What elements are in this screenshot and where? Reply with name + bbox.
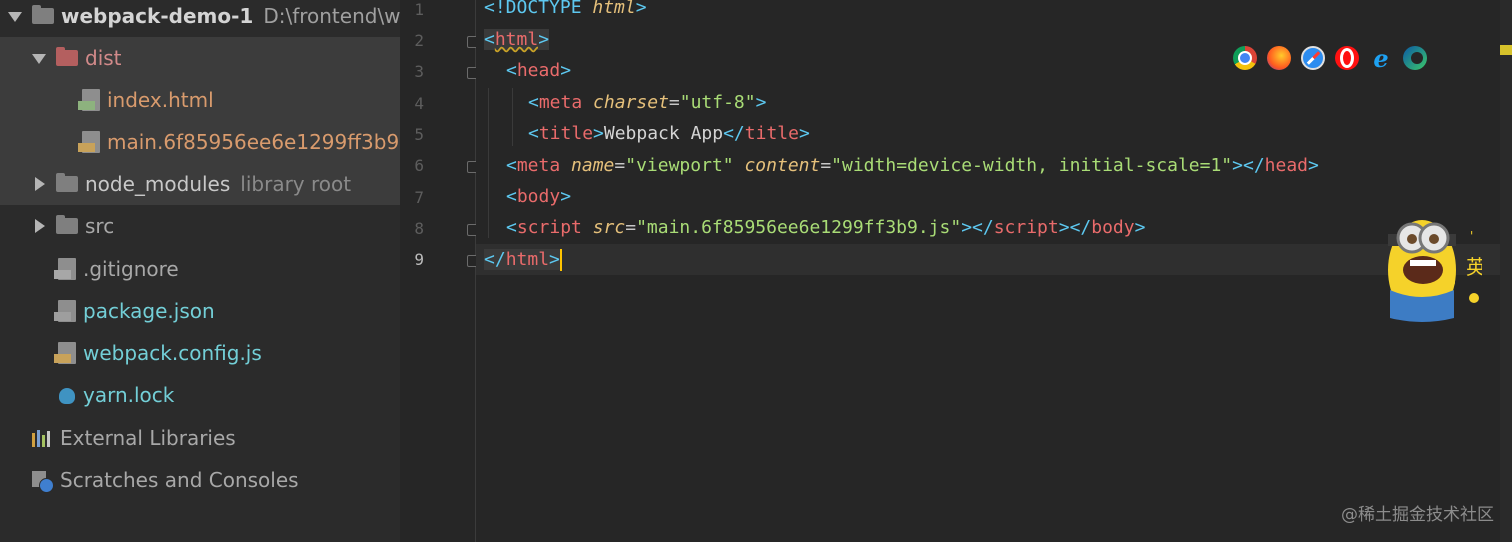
tree-item-label: node_modules	[85, 172, 231, 196]
project-tool-window: webpack-demo-1 D:\frontend\webpack-demo-…	[0, 0, 482, 542]
html-file-icon	[78, 89, 100, 111]
folder-icon	[56, 215, 78, 234]
firefox-icon[interactable]	[1267, 46, 1291, 70]
code-line-8: <script src="main.6f85956ee6e1299ff3b9.j…	[506, 217, 1146, 238]
tree-item-src[interactable]: src	[0, 205, 432, 247]
json-file-icon	[54, 300, 76, 322]
editor-scrollbar[interactable]	[1500, 0, 1512, 542]
folder-icon	[56, 173, 78, 192]
gitignore-file-icon	[54, 258, 76, 280]
tree-item-gitignore[interactable]: .gitignore	[0, 248, 458, 290]
line-number: 4	[414, 94, 424, 113]
line-number: 1	[414, 0, 424, 19]
scroll-marker	[1500, 45, 1512, 55]
code-line-7: <body>	[506, 186, 572, 207]
tree-item-label: main.6f85956ee6e1299ff3b9.js	[107, 130, 422, 154]
code-line-5: <title>Webpack App</title>	[528, 123, 810, 144]
folder-icon	[56, 47, 78, 66]
text-caret	[559, 249, 562, 271]
tree-item-package-json[interactable]: package.json	[0, 290, 458, 332]
chevron-right-icon[interactable]	[32, 177, 46, 191]
svg-text:': '	[1470, 229, 1473, 243]
tree-item-label: Scratches and Consoles	[60, 468, 299, 492]
tree-item-label: index.html	[107, 88, 214, 112]
chevron-down-icon[interactable]	[8, 9, 22, 23]
js-file-icon	[78, 131, 100, 153]
tree-item-label: src	[85, 214, 115, 238]
tree-item-webpack-config[interactable]: webpack.config.js	[0, 332, 458, 374]
line-number: 2	[414, 31, 424, 50]
code-editor[interactable]: <!DOCTYPE html> <html> <head> <meta char…	[476, 0, 1512, 542]
line-number: 7	[414, 188, 424, 207]
tree-item-node-modules[interactable]: node_modules library root	[0, 163, 432, 205]
folder-icon	[32, 5, 54, 24]
editor-gutter: 1 2 3 4 5 6 7 8 9	[400, 0, 478, 542]
code-line-2: <html>	[484, 29, 550, 50]
sticker-text: 英	[1466, 255, 1482, 279]
watermark: @稀土掘金技术社区	[1341, 505, 1494, 525]
code-line-4: <meta charset="utf-8">	[528, 92, 767, 113]
project-name: webpack-demo-1	[61, 4, 254, 28]
safari-icon[interactable]	[1301, 46, 1325, 70]
chevron-right-icon[interactable]	[32, 219, 46, 233]
tree-item-yarn-lock[interactable]: yarn.lock	[0, 374, 456, 416]
tree-item-label: package.json	[83, 299, 215, 323]
chrome-icon[interactable]	[1233, 46, 1257, 70]
project-path: D:\frontend\webpack-demo-1	[263, 4, 408, 28]
edge-icon[interactable]	[1403, 46, 1427, 70]
tree-item-label: dist	[85, 46, 122, 70]
tree-item-label: webpack.config.js	[83, 341, 262, 365]
tree-item-scratches[interactable]: Scratches and Consoles	[0, 459, 432, 501]
tree-item-external-libraries[interactable]: External Libraries	[0, 417, 432, 459]
library-icon	[32, 429, 52, 447]
chevron-down-icon[interactable]	[32, 51, 46, 65]
js-file-icon	[54, 342, 76, 364]
minion-sticker: 英 '	[1388, 220, 1482, 322]
code-line-9: </html>	[484, 249, 562, 271]
tree-item-label: External Libraries	[60, 426, 236, 450]
tree-item-dist[interactable]: dist	[0, 37, 432, 79]
line-number: 3	[414, 62, 424, 81]
line-number: 9	[414, 250, 424, 269]
line-number: 6	[414, 156, 424, 175]
opera-icon[interactable]	[1335, 46, 1359, 70]
tree-item-label: .gitignore	[83, 257, 179, 281]
ie-icon[interactable]: e	[1369, 44, 1393, 73]
tree-item-label: yarn.lock	[83, 383, 175, 407]
current-line-highlight	[476, 244, 1512, 275]
indent-guide	[488, 88, 489, 238]
code-line-1: <!DOCTYPE html>	[484, 0, 647, 18]
yarn-icon	[56, 384, 76, 406]
code-line-3: <head>	[506, 60, 572, 81]
tree-root-webpack-demo-1[interactable]: webpack-demo-1 D:\frontend\webpack-demo-…	[0, 0, 408, 37]
scratches-icon	[32, 469, 54, 493]
line-number: 8	[414, 219, 424, 238]
browser-preview-toolbar: e	[1233, 44, 1427, 73]
code-line-6: <meta name="viewport" content="width=dev…	[506, 155, 1319, 176]
library-root-hint: library root	[240, 172, 352, 196]
indent-guide	[512, 88, 513, 146]
line-number: 5	[414, 125, 424, 144]
